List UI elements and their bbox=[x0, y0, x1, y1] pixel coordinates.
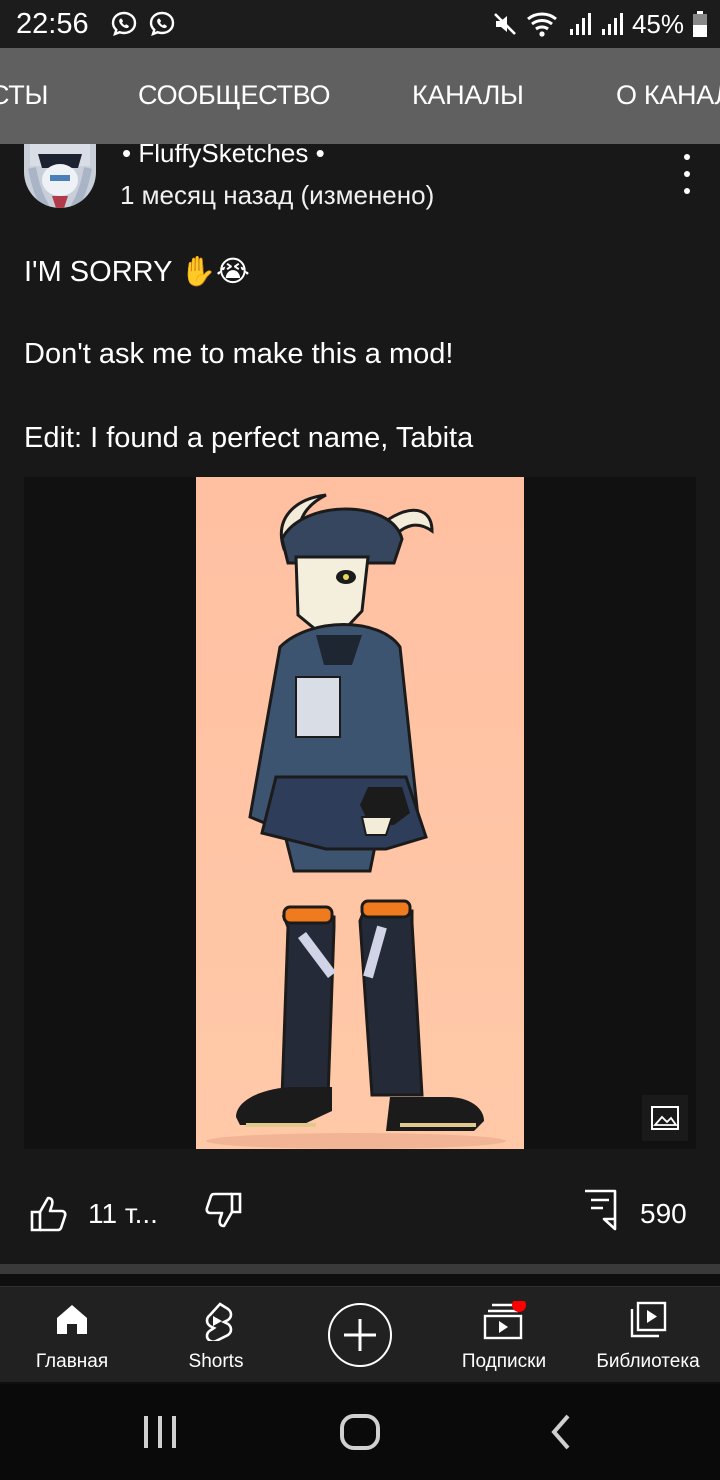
like-icon[interactable] bbox=[28, 1194, 68, 1234]
bottom-navigation: Главная Shorts Подписки Библиотека bbox=[0, 1286, 720, 1382]
community-post: • FluffySketches • 1 месяц назад (измене… bbox=[0, 144, 720, 1264]
create-button[interactable] bbox=[328, 1303, 392, 1367]
home-circle-icon[interactable] bbox=[338, 1410, 382, 1454]
dislike-icon[interactable] bbox=[204, 1190, 244, 1230]
post-time: 1 месяц назад (изменено) bbox=[120, 180, 435, 210]
comment-icon[interactable] bbox=[582, 1188, 618, 1232]
battery-percent: 45% bbox=[631, 8, 684, 39]
post-text-line: Don't ask me to make this a mod! bbox=[24, 338, 454, 370]
nav-library-label: Библиотека bbox=[596, 1351, 700, 1372]
post-author[interactable]: • FluffySketches • bbox=[122, 144, 325, 169]
post-text-line: Edit: I found a perfect name, Tabita bbox=[24, 422, 474, 454]
status-bar: 22:56 45% bbox=[0, 0, 720, 48]
nav-home[interactable]: Главная bbox=[0, 1287, 144, 1383]
viber-icon bbox=[111, 11, 137, 37]
signal-icon bbox=[569, 13, 591, 35]
status-time: 22:56 bbox=[16, 8, 89, 40]
recent-apps-icon[interactable] bbox=[138, 1414, 182, 1450]
home-icon bbox=[57, 1305, 87, 1334]
signal-icon bbox=[601, 13, 623, 35]
battery-icon bbox=[693, 11, 707, 37]
mute-icon bbox=[494, 13, 516, 35]
like-count: 11 т... bbox=[88, 1198, 158, 1229]
shorts-icon bbox=[205, 1302, 233, 1341]
nav-shorts[interactable]: Shorts bbox=[144, 1287, 288, 1383]
tab-about[interactable]: О КАНАЛЕ bbox=[616, 80, 720, 111]
avatar[interactable] bbox=[24, 144, 96, 208]
nav-library[interactable]: Библиотека bbox=[576, 1287, 720, 1383]
section-divider bbox=[0, 1264, 720, 1274]
tab-posts[interactable]: СТЫ bbox=[0, 80, 48, 111]
nav-shorts-label: Shorts bbox=[188, 1351, 244, 1372]
back-icon[interactable] bbox=[548, 1412, 578, 1452]
tab-channels[interactable]: КАНАЛЫ bbox=[412, 80, 524, 111]
system-navigation-bar bbox=[0, 1384, 720, 1480]
more-options-icon[interactable] bbox=[672, 154, 702, 194]
create-icon bbox=[344, 1319, 376, 1351]
nav-subscriptions-label: Подписки bbox=[461, 1351, 547, 1372]
nav-subscriptions[interactable]: Подписки bbox=[432, 1287, 576, 1383]
viber-icon bbox=[149, 11, 175, 37]
status-icons: 45% bbox=[492, 8, 708, 40]
tab-community[interactable]: СООБЩЕСТВО bbox=[138, 80, 330, 111]
post-actions: 11 т... 590 bbox=[0, 1184, 720, 1244]
post-text-line: I'M SORRY ✋😭 bbox=[24, 256, 250, 288]
image-icon bbox=[642, 1095, 688, 1141]
library-icon bbox=[630, 1301, 667, 1338]
comment-count: 590 bbox=[640, 1198, 687, 1229]
subscriptions-icon bbox=[483, 1301, 526, 1340]
channel-tabs: СТЫ СООБЩЕСТВО КАНАЛЫ О КАНАЛЕ bbox=[0, 48, 720, 144]
post-image[interactable] bbox=[24, 477, 696, 1149]
character-artwork bbox=[196, 477, 524, 1149]
wifi-icon bbox=[526, 12, 557, 37]
nav-home-label: Главная bbox=[35, 1351, 109, 1372]
